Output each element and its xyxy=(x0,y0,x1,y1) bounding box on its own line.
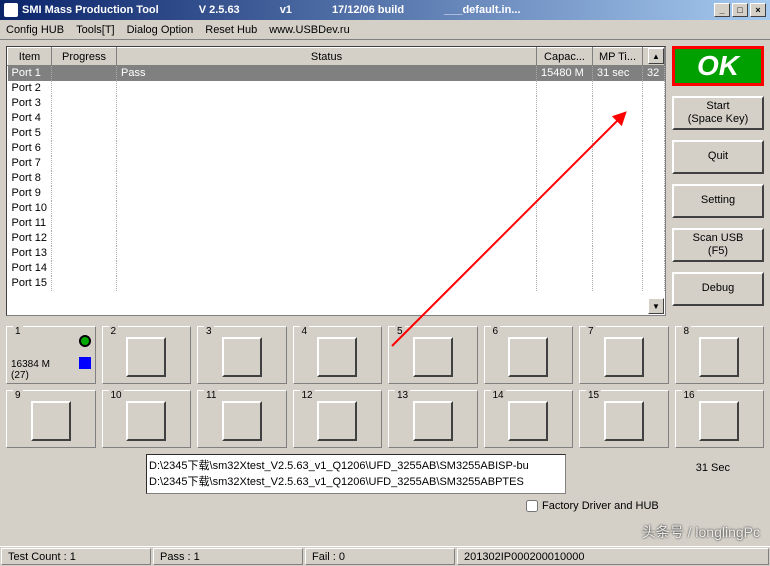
slot-16: 16 xyxy=(675,390,765,448)
minimize-button[interactable]: _ xyxy=(714,3,730,17)
status-ok-badge: OK xyxy=(672,46,764,86)
debug-button[interactable]: Debug xyxy=(672,272,764,306)
slot-2: 2 xyxy=(102,326,192,384)
slot-4: 4 xyxy=(293,326,383,384)
table-row[interactable]: Port 3 xyxy=(8,96,665,111)
slot-button[interactable] xyxy=(317,401,357,441)
status-pass: Pass : 1 xyxy=(153,548,303,565)
watermark: 头条号 / longlingPc xyxy=(642,522,760,542)
table-row[interactable]: Port 6 xyxy=(8,141,665,156)
table-row[interactable]: Port 10 xyxy=(8,201,665,216)
slot-15: 15 xyxy=(579,390,669,448)
col-status[interactable]: Status xyxy=(117,48,537,66)
title-rev: v1 xyxy=(280,4,292,16)
table-row[interactable]: Port 8 xyxy=(8,171,665,186)
slot-8: 8 xyxy=(675,326,765,384)
col-mptime[interactable]: MP Ti... xyxy=(593,48,643,66)
slot-10: 10 xyxy=(102,390,192,448)
slot-button[interactable] xyxy=(413,401,453,441)
table-row[interactable]: Port 1Pass15480 M31 sec32 xyxy=(8,66,665,81)
slot-3: 3 xyxy=(197,326,287,384)
slot-12: 12 xyxy=(293,390,383,448)
table-row[interactable]: Port 5 xyxy=(8,126,665,141)
scroll-down-icon[interactable]: ▼ xyxy=(648,298,664,314)
slot-button[interactable] xyxy=(413,337,453,377)
slot-button[interactable] xyxy=(222,401,262,441)
statusbar: Test Count : 1 Pass : 1 Fail : 0 201302I… xyxy=(0,546,770,566)
led-green-icon xyxy=(79,335,91,347)
table-row[interactable]: Port 15 xyxy=(8,276,665,291)
titlebar: SMI Mass Production Tool V 2.5.63 v1 17/… xyxy=(0,0,770,20)
col-progress[interactable]: Progress xyxy=(52,48,117,66)
start-button[interactable]: Start(Space Key) xyxy=(672,96,764,130)
slot-button[interactable] xyxy=(31,401,71,441)
table-row[interactable]: Port 11 xyxy=(8,216,665,231)
scroll-up-icon[interactable]: ▲ xyxy=(648,48,664,64)
slot-button[interactable] xyxy=(317,337,357,377)
slot-1: 116384 M(27) xyxy=(6,326,96,384)
slot-button[interactable] xyxy=(699,337,739,377)
slot-14: 14 xyxy=(484,390,574,448)
title-build: 17/12/06 build xyxy=(332,4,404,16)
elapsed-timer: 31 Sec xyxy=(696,462,730,474)
slot-5: 5 xyxy=(388,326,478,384)
slot-13: 13 xyxy=(388,390,478,448)
setting-button[interactable]: Setting xyxy=(672,184,764,218)
menu-dialog-option[interactable]: Dialog Option xyxy=(127,24,194,36)
slot-6: 6 xyxy=(484,326,574,384)
ports-table: Item Progress Status Capac... MP Ti... 3… xyxy=(6,46,666,316)
maximize-button[interactable]: □ xyxy=(732,3,748,17)
slot-9: 9 xyxy=(6,390,96,448)
table-row[interactable]: Port 13 xyxy=(8,246,665,261)
title-app: SMI Mass Production Tool xyxy=(22,4,159,16)
title-config: ___default.in... xyxy=(444,4,520,16)
slot-button[interactable] xyxy=(604,401,644,441)
menubar: Config HUB Tools[T] Dialog Option Reset … xyxy=(0,20,770,40)
slot-button[interactable] xyxy=(126,337,166,377)
col-item[interactable]: Item xyxy=(8,48,52,66)
table-row[interactable]: Port 14 xyxy=(8,261,665,276)
status-serial: 201302IP000200010000 xyxy=(457,548,769,565)
quit-button[interactable]: Quit xyxy=(672,140,764,174)
menu-config-hub[interactable]: Config HUB xyxy=(6,24,64,36)
menu-tools[interactable]: Tools[T] xyxy=(76,24,115,36)
slot-button[interactable] xyxy=(604,337,644,377)
slot-button[interactable] xyxy=(508,401,548,441)
led-blue-icon xyxy=(79,357,91,369)
title-version: V 2.5.63 xyxy=(199,4,240,16)
slot-11: 11 xyxy=(197,390,287,448)
slot-button[interactable] xyxy=(222,337,262,377)
table-row[interactable]: Port 9 xyxy=(8,186,665,201)
firmware-path-list[interactable]: D:\2345下载\sm32Xtest_V2.5.63_v1_Q1206\UFD… xyxy=(146,454,566,494)
status-test-count: Test Count : 1 xyxy=(1,548,151,565)
scan-usb-button[interactable]: Scan USB(F5) xyxy=(672,228,764,262)
table-row[interactable]: Port 12 xyxy=(8,231,665,246)
factory-driver-checkbox[interactable]: Factory Driver and HUB xyxy=(526,500,764,512)
slot-button[interactable] xyxy=(126,401,166,441)
status-fail: Fail : 0 xyxy=(305,548,455,565)
slot-7: 7 xyxy=(579,326,669,384)
menu-link[interactable]: www.USBDev.ru xyxy=(269,24,349,36)
table-row[interactable]: Port 7 xyxy=(8,156,665,171)
table-row[interactable]: Port 4 xyxy=(8,111,665,126)
menu-reset-hub[interactable]: Reset Hub xyxy=(205,24,257,36)
slot-button[interactable] xyxy=(699,401,739,441)
slot-button[interactable] xyxy=(508,337,548,377)
app-icon xyxy=(4,3,18,17)
col-capacity[interactable]: Capac... xyxy=(537,48,593,66)
close-button[interactable]: × xyxy=(750,3,766,17)
table-row[interactable]: Port 2 xyxy=(8,81,665,96)
